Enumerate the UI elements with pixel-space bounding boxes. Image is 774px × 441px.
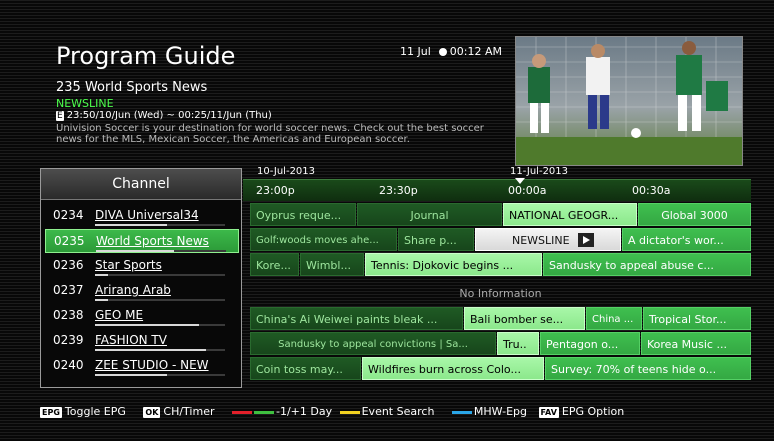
program-title: NEWSLINE — [512, 234, 570, 247]
time-slot: 23:30p — [379, 184, 418, 197]
program-cell[interactable]: Global 3000 — [638, 203, 751, 226]
channel-number: 0238 — [53, 308, 84, 322]
channel-row[interactable]: 0238 GEO ME — [45, 304, 237, 326]
program-cell[interactable]: Journal — [357, 203, 502, 226]
footer-legend: EPG Toggle EPG OK CH/Timer -1/+1 Day Event… — [40, 405, 624, 418]
epg-option-label: EPG Option — [561, 405, 625, 418]
channel-row[interactable]: 0237 Arirang Arab — [45, 279, 237, 301]
program-cell[interactable]: Tropical Stor... — [643, 307, 751, 330]
progress-bar — [95, 299, 108, 301]
current-schedule: E 23:50/10/Jun (Wed) ~ 00:25/11/Jun (Thu) — [56, 110, 272, 121]
progress-bar — [95, 224, 167, 226]
current-channel: 235 World Sports News — [56, 80, 208, 95]
epg-info-icon: E — [56, 111, 64, 121]
program-cell[interactable]: Korea Music ... — [641, 332, 751, 355]
program-cell-selected[interactable]: NEWSLINE — [475, 228, 621, 251]
program-cell[interactable]: China ... — [586, 307, 642, 330]
program-cell[interactable]: Wimbl... — [300, 253, 364, 276]
program-description: Univision Soccer is your destination for… — [56, 123, 484, 145]
green-key-icon — [254, 410, 274, 414]
clock-date: 11 Jul — [400, 45, 431, 58]
program-cell[interactable]: NATIONAL GEOGR... — [503, 203, 637, 226]
clock: 11 Jul 00:12 AM — [400, 45, 502, 58]
time-slot: 23:00p — [256, 184, 295, 197]
event-search-label: Event Search — [361, 405, 435, 418]
program-cell[interactable]: Tru.. — [497, 332, 539, 355]
program-cell[interactable]: A dictator's wor... — [622, 228, 751, 251]
program-cell[interactable]: Tennis: Djokovic begins ... — [365, 253, 542, 276]
no-information-label: No Information — [459, 287, 542, 300]
epg-toggle-label: Toggle EPG — [64, 405, 126, 418]
time-slot: 00:00a — [508, 184, 547, 197]
clock-time: 00:12 AM — [449, 45, 502, 58]
program-cell[interactable]: Sandusky to appeal convictions | Sa... — [250, 332, 496, 355]
page-title: Program Guide — [56, 42, 236, 70]
video-preview — [515, 36, 743, 166]
program-cell[interactable]: Pentagon o... — [540, 332, 640, 355]
channel-name: ZEE STUDIO - NEW — [95, 358, 209, 372]
program-cell[interactable]: Kore... — [250, 253, 299, 276]
program-cell[interactable]: China's Ai Weiwei paints bleak ... — [250, 307, 463, 330]
program-cell[interactable]: Wildfires burn across Colo... — [362, 357, 544, 380]
ok-key-icon: OK — [143, 406, 161, 418]
progress-bar — [95, 324, 199, 326]
time-slot: 00:30a — [632, 184, 671, 197]
date-right: 11-Jul-2013 — [510, 166, 569, 177]
mhw-epg-label: MHW-Epg — [473, 405, 527, 418]
ok-label: CH/Timer — [163, 405, 215, 418]
program-cell[interactable]: Bali bomber se... — [464, 307, 585, 330]
yellow-key-icon — [339, 410, 360, 414]
clock-icon — [438, 48, 447, 56]
channel-name: Arirang Arab — [95, 283, 171, 297]
channel-name: Star Sports — [95, 258, 162, 272]
channel-name: FASHION TV — [95, 333, 167, 347]
day-label: -1/+1 Day — [276, 405, 333, 418]
current-time-marker — [515, 178, 525, 184]
channel-row[interactable]: 0234 DIVA Universal34 — [45, 204, 237, 226]
current-program: NEWSLINE — [56, 97, 114, 110]
program-cell[interactable]: Oyprus reque... — [250, 203, 356, 226]
channel-row[interactable]: 0239 FASHION TV — [45, 329, 237, 351]
program-cell[interactable]: Share p... — [398, 228, 474, 251]
soccer-preview-image — [516, 37, 742, 165]
progress-bar — [95, 374, 167, 376]
timeline-bar: 23:00p 23:30p 00:00a 00:30a — [243, 178, 751, 201]
program-cell[interactable]: Coin toss may... — [250, 357, 361, 380]
channel-row-selected[interactable]: 0235 World Sports News — [45, 229, 239, 253]
progress-bar — [95, 274, 108, 276]
progress-bar — [95, 349, 206, 351]
channel-number: 0240 — [53, 358, 84, 372]
channel-number: 0239 — [53, 333, 84, 347]
channel-number: 0235 — [54, 234, 85, 248]
channel-number: 0237 — [53, 283, 84, 297]
blue-key-icon — [451, 410, 472, 414]
channel-name: GEO ME — [95, 308, 144, 322]
program-cell[interactable]: Sandusky to appeal abuse c... — [543, 253, 751, 276]
channel-row[interactable]: 0236 Star Sports — [45, 254, 237, 276]
channel-list: Channel 0234 DIVA Universal34 0235 World… — [40, 168, 242, 388]
channel-number: 0236 — [53, 258, 84, 272]
fav-key-icon: FAV — [538, 406, 559, 418]
epg-key-icon: EPG — [40, 406, 62, 418]
channel-name: DIVA Universal34 — [95, 208, 199, 222]
channel-row[interactable]: 0240 ZEE STUDIO - NEW — [45, 354, 237, 376]
channel-list-header: Channel — [41, 169, 241, 200]
date-left: 10-Jul-2013 — [257, 166, 316, 177]
play-icon — [577, 233, 594, 247]
channel-number: 0234 — [53, 208, 84, 222]
program-cell[interactable]: Golf:woods moves ahe... — [250, 228, 397, 251]
progress-bar — [96, 250, 174, 252]
program-cell[interactable]: Survey: 70% of teens hide o... — [545, 357, 751, 380]
channel-name: World Sports News — [96, 234, 209, 248]
red-key-icon — [232, 410, 252, 414]
